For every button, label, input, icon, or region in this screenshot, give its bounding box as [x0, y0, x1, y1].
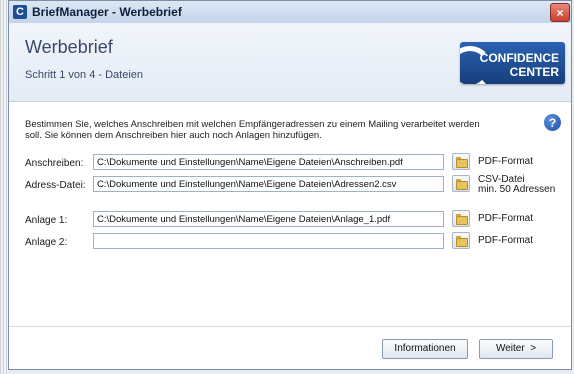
anschreiben-field[interactable]	[93, 154, 444, 170]
window-title: BriefManager - Werbebrief	[32, 5, 182, 19]
anlage-1-format: PDF-Format	[478, 213, 533, 224]
anlage-2-label: Anlage 2:	[25, 237, 68, 248]
footer-divider	[9, 326, 571, 327]
row-anlage-2: Anlage 2: PDF-Format	[9, 232, 573, 252]
logo-line-1: CONFIDENCE	[479, 51, 559, 65]
page-title: Werbebrief	[25, 37, 113, 57]
row-anschreiben: Anschreiben: PDF-Format	[9, 153, 573, 173]
row-anlage-1: Anlage 1: PDF-Format	[9, 210, 573, 230]
browse-anschreiben-button[interactable]	[452, 153, 470, 170]
logo-line-2: CENTER	[509, 65, 559, 79]
background-strip	[0, 0, 8, 374]
adress-datei-field[interactable]	[93, 176, 444, 192]
close-button[interactable]: ×	[550, 3, 570, 22]
browse-anlage-1-button[interactable]	[452, 210, 470, 227]
anlage-2-field[interactable]	[93, 233, 444, 249]
app-icon: C	[13, 5, 27, 19]
anschreiben-format: PDF-Format	[478, 156, 533, 167]
anlage-2-format: PDF-Format	[478, 235, 533, 246]
wizard-header: Werbebrief Schritt 1 von 4 - Dateien CON…	[9, 23, 571, 102]
weiter-button[interactable]: Weiter >	[479, 339, 553, 359]
anschreiben-label: Anschreiben:	[25, 158, 84, 169]
adress-datei-label: Adress-Datei:	[25, 180, 86, 191]
adress-datei-format-note: min. 50 Adressen	[478, 184, 556, 195]
informationen-button[interactable]: Informationen	[382, 339, 468, 359]
title-bar: C BriefManager - Werbebrief ×	[9, 1, 571, 24]
help-icon[interactable]: ?	[544, 114, 561, 131]
anlage-1-label: Anlage 1:	[25, 215, 68, 226]
browse-anlage-2-button[interactable]	[452, 232, 470, 249]
row-adress-datei: Adress-Datei: CSV-Datei min. 50 Adressen	[9, 175, 573, 195]
instructions-text: Bestimmen Sie, welches Anschreiben mit w…	[25, 119, 480, 141]
confidence-center-logo: CONFIDENCE CENTER	[460, 42, 565, 84]
browse-adress-datei-button[interactable]	[452, 175, 470, 192]
anlage-1-field[interactable]	[93, 211, 444, 227]
wizard-window: C BriefManager - Werbebrief × Werbebrief…	[8, 0, 572, 370]
step-indicator: Schritt 1 von 4 - Dateien	[25, 69, 144, 81]
